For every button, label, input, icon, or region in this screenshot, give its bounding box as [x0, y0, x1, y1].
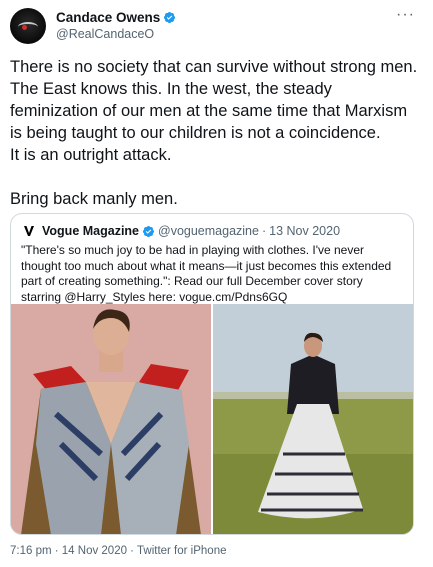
quoted-date[interactable]: 13 Nov 2020	[269, 224, 340, 238]
quoted-separator: ·	[261, 224, 267, 238]
tweet-footer-meta[interactable]: 7:16 pm · 14 Nov 2020 · Twitter for iPho…	[10, 545, 226, 557]
man-in-coat-photo[interactable]	[11, 304, 211, 534]
quoted-text: "There's so much joy to be had in playin…	[21, 243, 392, 304]
name-row: Candace Owens	[56, 9, 176, 26]
man-in-dress-illustration	[213, 304, 413, 534]
author-display-name[interactable]: Candace Owens	[56, 9, 160, 26]
more-options-icon[interactable]: ···	[396, 6, 415, 24]
quoted-verified-badge-icon	[142, 225, 155, 237]
tweet-card: Candace Owens @RealCandaceO ··· There is…	[0, 0, 433, 567]
quoted-media	[11, 304, 413, 534]
quoted-display-name[interactable]: Vogue Magazine	[42, 224, 139, 238]
avatar-mark-icon	[18, 22, 38, 32]
quoted-handle[interactable]: @voguemagazine	[158, 224, 259, 238]
man-in-dress-field-photo[interactable]	[213, 304, 413, 534]
author-handle[interactable]: @RealCandaceO	[56, 26, 176, 43]
tweet-header: Candace Owens @RealCandaceO	[10, 6, 423, 46]
avatar-dot-icon	[22, 25, 27, 30]
author-block: Candace Owens @RealCandaceO	[56, 9, 176, 43]
quoted-header: Vogue Magazine @voguemagazine · 13 Nov 2…	[21, 222, 403, 240]
verified-badge-icon	[164, 11, 176, 24]
man-in-coat-illustration	[11, 304, 211, 534]
quoted-tweet[interactable]: Vogue Magazine @voguemagazine · 13 Nov 2…	[10, 213, 414, 535]
avatar[interactable]	[10, 8, 46, 44]
vogue-logo-icon	[21, 223, 37, 239]
tweet-text: There is no society that can survive wit…	[10, 58, 418, 208]
